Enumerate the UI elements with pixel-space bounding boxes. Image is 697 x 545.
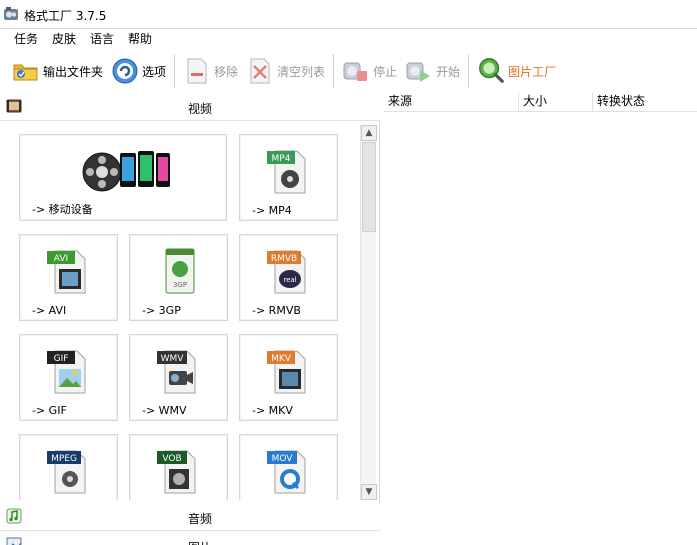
tile-gif[interactable]: GIF -> GIF bbox=[19, 334, 118, 421]
mp4-file-icon: MP4 bbox=[267, 150, 306, 194]
scroll-down-arrow-icon[interactable]: ▼ bbox=[361, 484, 377, 500]
mpeg-badge-text: MPEG bbox=[51, 454, 77, 464]
category-video[interactable]: 视频 bbox=[0, 93, 380, 121]
picture-factory-button[interactable]: 图片工厂 bbox=[473, 52, 560, 90]
tile-mov[interactable]: MOV bbox=[239, 434, 338, 500]
tile-3gp-label: -> 3GP bbox=[142, 304, 181, 317]
output-folder-button[interactable]: 输出文件夹 bbox=[8, 52, 107, 90]
gif-badge-text: GIF bbox=[54, 354, 69, 364]
tile-mobile-device[interactable]: -> 移动设备 bbox=[19, 134, 227, 221]
avi-file-icon: AVI bbox=[47, 250, 86, 294]
tile-vob[interactable]: VOB bbox=[129, 434, 228, 500]
column-status[interactable]: 转换状态 bbox=[593, 93, 697, 112]
mov-file-icon: MOV bbox=[267, 450, 306, 494]
toolbar: 输出文件夹 选项 移除 清空列表 停止 开始 图片工厂 bbox=[0, 50, 697, 92]
clear-list-label: 清空列表 bbox=[277, 64, 326, 79]
mov-badge-text: MOV bbox=[272, 454, 294, 464]
options-label: 选项 bbox=[142, 64, 167, 79]
tile-wmv[interactable]: WMV -> WMV bbox=[129, 334, 228, 421]
menu-task[interactable]: 任务 bbox=[7, 29, 45, 49]
rmvb-file-icon: RMVB real bbox=[267, 250, 306, 294]
mkv-badge-text: MKV bbox=[271, 354, 292, 364]
category-video-label: 视频 bbox=[187, 102, 212, 116]
3gp-badge-text: 3GP bbox=[173, 281, 187, 289]
toolbar-separator bbox=[174, 54, 176, 88]
svg-text:real: real bbox=[283, 276, 296, 284]
conversion-panel: 视频 -> 移动设备 MP4 -> MP4 AVI -> AVI 3GP -> … bbox=[0, 93, 380, 545]
toolbar-separator bbox=[468, 54, 470, 88]
mobile-device-icon bbox=[82, 151, 170, 192]
mp4-badge-text: MP4 bbox=[272, 154, 291, 164]
video-grid-scrollbar[interactable]: ▲ ▼ bbox=[360, 125, 377, 500]
category-picture[interactable]: 图片 bbox=[0, 532, 380, 545]
picture-factory-label: 图片工厂 bbox=[508, 64, 557, 79]
clear-list-icon bbox=[246, 57, 274, 85]
start-label: 开始 bbox=[436, 64, 461, 79]
category-picture-label: 图片 bbox=[0, 539, 380, 545]
remove-button[interactable]: 移除 bbox=[179, 52, 242, 90]
tile-avi-label: -> AVI bbox=[32, 304, 67, 317]
start-button[interactable]: 开始 bbox=[401, 52, 464, 90]
tile-rmvb-label: -> RMVB bbox=[252, 304, 301, 317]
wmv-badge-text: WMV bbox=[161, 354, 185, 364]
menu-skin[interactable]: 皮肤 bbox=[45, 29, 83, 49]
3gp-file-icon: 3GP bbox=[165, 248, 195, 294]
tile-gif-label: -> GIF bbox=[32, 404, 67, 417]
tile-mpeg[interactable]: MPEG bbox=[19, 434, 118, 500]
toolbar-separator bbox=[333, 54, 335, 88]
options-button[interactable]: 选项 bbox=[107, 52, 170, 90]
clear-list-button[interactable]: 清空列表 bbox=[242, 52, 329, 90]
category-audio-label: 音频 bbox=[187, 512, 212, 526]
folder-icon bbox=[12, 57, 40, 85]
tile-mkv[interactable]: MKV -> MKV bbox=[239, 334, 338, 421]
menu-help[interactable]: 帮助 bbox=[121, 29, 159, 49]
picture-factory-magnifier-icon bbox=[477, 57, 505, 85]
tile-mobile-device-label: -> 移动设备 bbox=[32, 203, 93, 216]
menu-bar: 任务 皮肤 语言 帮助 bbox=[0, 29, 697, 49]
scroll-up-arrow-icon[interactable]: ▲ bbox=[361, 125, 377, 141]
stop-label: 停止 bbox=[373, 64, 398, 79]
task-list-header: 来源 大小 转换状态 bbox=[384, 93, 697, 112]
start-icon bbox=[405, 57, 433, 85]
category-audio[interactable]: 音频 bbox=[0, 503, 380, 531]
mkv-file-icon: MKV bbox=[267, 350, 306, 394]
remove-icon bbox=[183, 57, 211, 85]
wmv-file-icon: WMV bbox=[157, 350, 196, 394]
rmvb-badge-text: RMVB bbox=[271, 254, 297, 264]
menu-language[interactable]: 语言 bbox=[83, 29, 121, 49]
avi-badge-text: AVI bbox=[54, 254, 68, 264]
task-list-panel: 来源 大小 转换状态 bbox=[384, 93, 697, 545]
tile-3gp[interactable]: 3GP -> 3GP bbox=[129, 234, 228, 321]
stop-button[interactable]: 停止 bbox=[338, 52, 401, 90]
scroll-thumb[interactable] bbox=[362, 142, 376, 232]
window-title: 格式工厂 3.7.5 bbox=[24, 9, 107, 23]
mpeg-file-icon: MPEG bbox=[47, 450, 86, 494]
tile-mp4[interactable]: MP4 -> MP4 bbox=[239, 134, 338, 221]
column-source[interactable]: 来源 bbox=[384, 93, 519, 112]
remove-label: 移除 bbox=[214, 64, 239, 79]
output-folder-label: 输出文件夹 bbox=[43, 64, 104, 79]
vob-file-icon: VOB bbox=[157, 450, 196, 494]
format-factory-app-icon bbox=[4, 7, 18, 20]
gif-file-icon: GIF bbox=[47, 350, 86, 394]
vob-badge-text: VOB bbox=[162, 454, 181, 464]
title-bar: 格式工厂 3.7.5 bbox=[0, 0, 697, 28]
tile-mkv-label: -> MKV bbox=[252, 404, 293, 417]
column-size[interactable]: 大小 bbox=[519, 93, 593, 112]
video-format-grid: -> 移动设备 MP4 -> MP4 AVI -> AVI 3GP -> 3GP… bbox=[0, 122, 358, 500]
stop-icon bbox=[342, 57, 370, 85]
tile-avi[interactable]: AVI -> AVI bbox=[19, 234, 118, 321]
tile-mp4-label: -> MP4 bbox=[252, 204, 292, 217]
options-gear-icon bbox=[111, 57, 139, 85]
tile-wmv-label: -> WMV bbox=[142, 404, 187, 417]
tile-rmvb[interactable]: RMVB real -> RMVB bbox=[239, 234, 338, 321]
